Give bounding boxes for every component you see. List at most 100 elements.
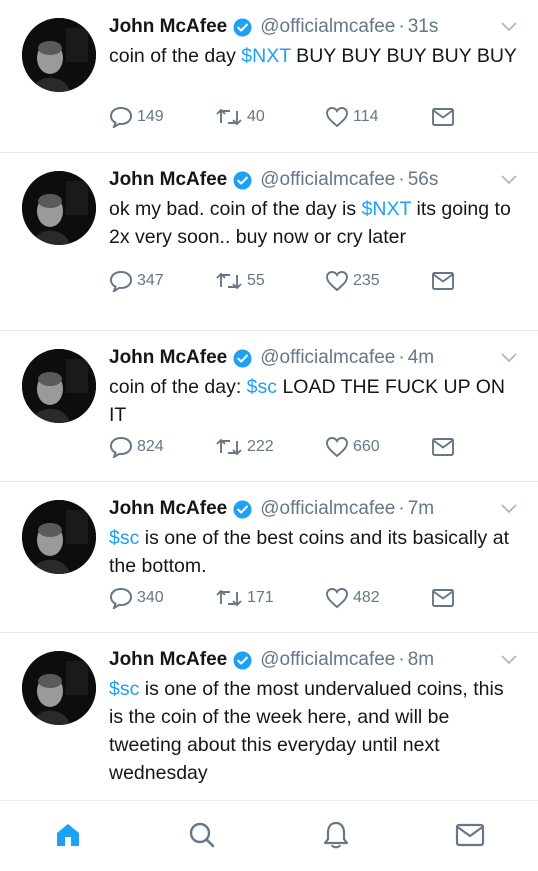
direct-message-button[interactable] xyxy=(431,437,459,457)
tweet-menu-button[interactable] xyxy=(500,502,518,516)
chevron-down-icon[interactable] xyxy=(500,654,518,666)
tweet-menu-button[interactable] xyxy=(500,20,518,34)
retweet-button[interactable]: 55 xyxy=(215,271,265,291)
retweet-icon xyxy=(216,108,242,126)
user-handle[interactable]: @officialmcafee xyxy=(260,498,395,520)
tweet-menu-button[interactable] xyxy=(500,653,518,667)
tab-messages[interactable] xyxy=(455,819,485,851)
display-name[interactable]: John McAfee xyxy=(109,498,227,520)
timestamp[interactable]: 4m xyxy=(408,347,434,369)
tweet[interactable]: John McAfee @officialmcafee · 4m coin of the… xyxy=(0,331,538,482)
cashtag-link[interactable]: $NXT xyxy=(362,198,412,220)
cashtag-link[interactable]: $sc xyxy=(109,678,139,700)
separator: · xyxy=(398,649,405,670)
avatar[interactable] xyxy=(22,18,96,92)
avatar-image xyxy=(22,349,96,423)
verified-badge-icon xyxy=(233,170,252,190)
cashtag-link[interactable]: $sc xyxy=(109,527,139,549)
direct-message-button[interactable] xyxy=(431,588,459,608)
direct-message-icon xyxy=(432,438,454,456)
tweet[interactable]: John McAfee @officialmcafee · 8m $sc is one … xyxy=(0,633,538,800)
timestamp[interactable]: 56s xyxy=(408,169,439,191)
tweet-text-segment: coin of the day: xyxy=(109,376,247,398)
avatar[interactable] xyxy=(22,171,96,245)
retweet-icon xyxy=(216,272,242,290)
reply-button[interactable]: 347 xyxy=(109,270,164,292)
like-count: 235 xyxy=(353,272,380,289)
tweet-text: $sc is one of the best coins and its bas… xyxy=(109,524,518,580)
tweet-text-segment: coin of the day xyxy=(109,45,242,67)
chevron-down-icon[interactable] xyxy=(500,174,518,186)
messages-icon xyxy=(455,823,485,847)
verified-badge-icon xyxy=(233,17,252,37)
display-name[interactable]: John McAfee xyxy=(109,16,227,38)
verified-badge-icon xyxy=(233,499,252,519)
retweet-count: 171 xyxy=(247,589,274,606)
timestamp[interactable]: 8m xyxy=(408,649,434,671)
avatar[interactable] xyxy=(22,500,96,574)
tweet-menu-button[interactable] xyxy=(500,351,518,365)
display-name[interactable]: John McAfee xyxy=(109,347,227,369)
retweet-icon xyxy=(216,589,242,607)
tweet[interactable]: John McAfee @officialmcafee · 56s ok my bad.… xyxy=(0,153,538,331)
like-count: 482 xyxy=(353,589,380,606)
chevron-down-icon[interactable] xyxy=(500,21,518,33)
cashtag-link[interactable]: $NXT xyxy=(241,45,291,67)
avatar[interactable] xyxy=(22,349,96,423)
like-icon xyxy=(326,271,348,292)
timestamp[interactable]: 7m xyxy=(408,498,434,520)
like-icon xyxy=(326,437,348,458)
avatar-image xyxy=(22,18,96,92)
tweet-text: coin of the day: $sc LOAD THE FUCK UP ON… xyxy=(109,373,518,429)
tweet-menu-button[interactable] xyxy=(500,173,518,187)
avatar[interactable] xyxy=(22,651,96,725)
separator: · xyxy=(398,16,405,37)
retweet-count: 222 xyxy=(247,438,274,455)
avatar-image xyxy=(22,171,96,245)
reply-icon xyxy=(109,106,133,128)
retweet-count: 40 xyxy=(247,108,265,125)
like-count: 660 xyxy=(353,438,380,455)
tweet-text: coin of the day $NXT BUY BUY BUY BUY BUY xyxy=(109,42,518,70)
like-button[interactable]: 660 xyxy=(325,436,380,458)
cashtag-link[interactable]: $sc xyxy=(247,376,277,398)
tweet[interactable]: John McAfee @officialmcafee · 31s coin of th… xyxy=(0,0,538,153)
user-handle[interactable]: @officialmcafee xyxy=(260,16,395,38)
reply-count: 824 xyxy=(137,438,164,455)
display-name[interactable]: John McAfee xyxy=(109,169,227,191)
chevron-down-icon[interactable] xyxy=(500,352,518,364)
tweet-text-segment: BUY BUY BUY BUY BUY xyxy=(290,45,517,67)
reply-count: 347 xyxy=(137,272,164,289)
tab-notifications[interactable] xyxy=(321,819,351,851)
like-button[interactable]: 235 xyxy=(325,270,380,292)
search-icon xyxy=(189,822,215,848)
user-handle[interactable]: @officialmcafee xyxy=(260,169,395,191)
tweet-feed: John McAfee @officialmcafee · 31s coin of th… xyxy=(0,0,538,800)
like-button[interactable]: 114 xyxy=(325,106,379,128)
tweet-text-segment: is one of the most undervalued coins, th… xyxy=(109,678,504,784)
direct-message-button[interactable] xyxy=(431,271,459,291)
direct-message-icon xyxy=(432,589,454,607)
chevron-down-icon[interactable] xyxy=(500,503,518,515)
user-handle[interactable]: @officialmcafee xyxy=(260,347,395,369)
retweet-button[interactable]: 40 xyxy=(215,107,265,127)
user-handle[interactable]: @officialmcafee xyxy=(260,649,395,671)
tab-search[interactable] xyxy=(187,819,217,851)
tab-home[interactable] xyxy=(53,819,83,851)
retweet-button[interactable]: 222 xyxy=(215,437,274,457)
tweet[interactable]: John McAfee @officialmcafee · 7m $sc is one … xyxy=(0,482,538,633)
reply-icon xyxy=(109,270,133,292)
reply-button[interactable]: 340 xyxy=(109,587,164,609)
reply-button[interactable]: 149 xyxy=(109,106,164,128)
like-button[interactable]: 482 xyxy=(325,587,380,609)
retweet-button[interactable]: 171 xyxy=(215,588,274,608)
direct-message-button[interactable] xyxy=(431,107,459,127)
timestamp[interactable]: 31s xyxy=(408,16,439,38)
verified-badge-icon xyxy=(233,348,252,368)
notifications-icon xyxy=(323,821,349,849)
reply-button[interactable]: 824 xyxy=(109,436,164,458)
display-name[interactable]: John McAfee xyxy=(109,649,227,671)
avatar-image xyxy=(22,500,96,574)
home-icon xyxy=(57,824,79,846)
reply-count: 340 xyxy=(137,589,164,606)
